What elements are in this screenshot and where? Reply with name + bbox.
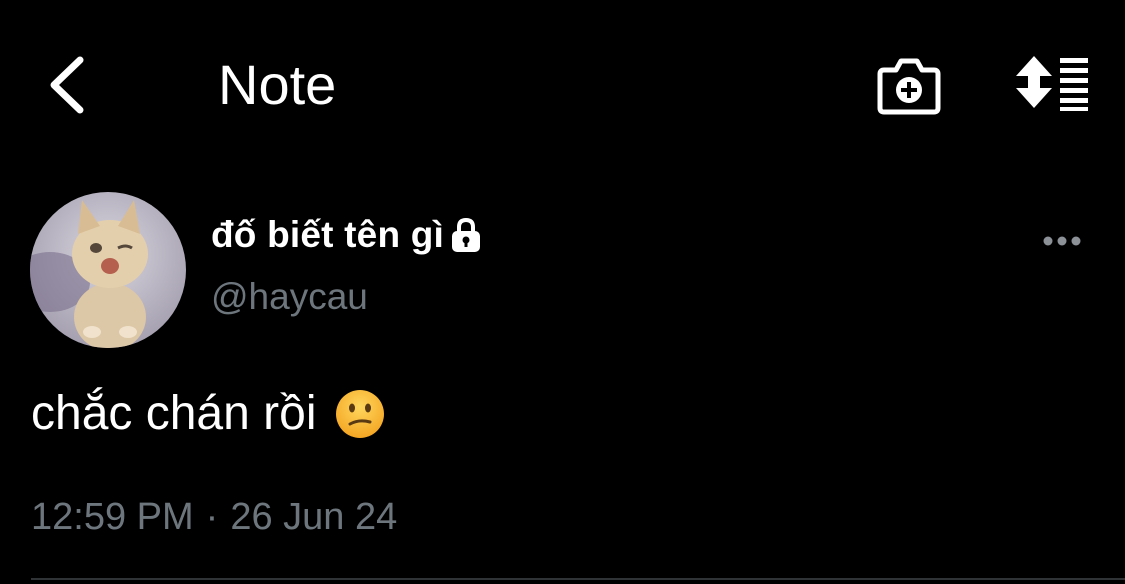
tweet-date: 26 Jun 24 xyxy=(230,496,398,538)
confused-face-emoji xyxy=(335,389,384,438)
display-name: đố biết tên gì xyxy=(211,214,445,255)
camera-plus-icon xyxy=(877,58,941,115)
camera-button[interactable] xyxy=(876,54,942,116)
author-handle[interactable]: @haycau xyxy=(211,276,368,318)
lock-icon xyxy=(452,217,481,252)
back-button[interactable] xyxy=(44,52,94,118)
top-bar: Note xyxy=(0,0,1125,170)
more-horizontal-icon xyxy=(1043,236,1081,246)
tweet-text: chắc chán rồi xyxy=(31,386,385,441)
sort-list-icon xyxy=(1016,56,1088,111)
chevron-left-icon xyxy=(50,56,84,114)
page-title: Note xyxy=(218,53,337,116)
avatar[interactable] xyxy=(30,192,186,348)
sort-button[interactable] xyxy=(1014,54,1092,112)
divider xyxy=(31,578,1125,580)
more-options-button[interactable] xyxy=(1040,226,1086,256)
tweet-time: 12:59 PM xyxy=(31,496,194,538)
tweet-text-content: chắc chán rồi xyxy=(31,387,317,440)
timestamp-separator: · xyxy=(205,496,219,538)
author-name-row[interactable]: đố biết tên gì xyxy=(211,210,482,260)
cat-avatar-image xyxy=(30,192,186,348)
tweet-timestamp: 12:59 PM · 26 Jun 24 xyxy=(31,496,397,539)
